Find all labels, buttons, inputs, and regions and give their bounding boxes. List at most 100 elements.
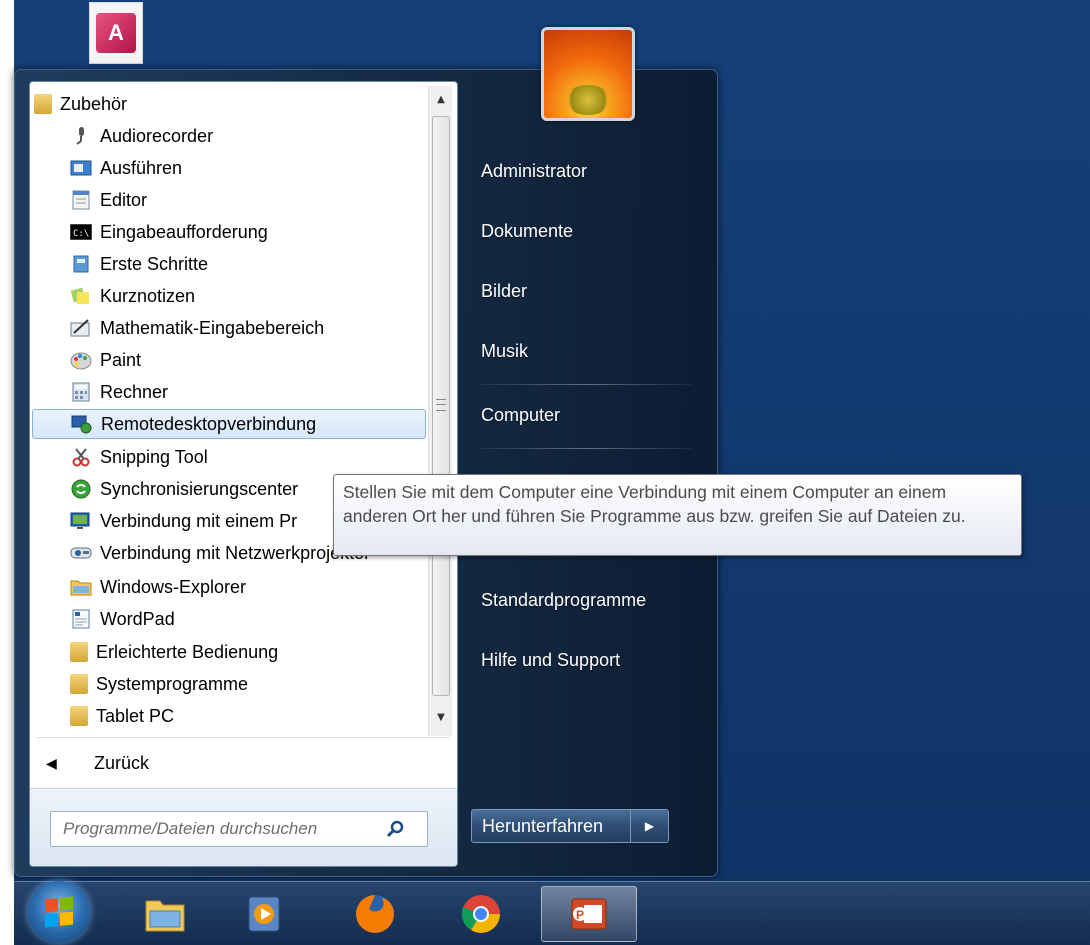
program-label: Remotedesktopverbindung (101, 413, 317, 434)
program-ausfuehren[interactable]: Ausführen (70, 153, 182, 183)
folder-zubehoer[interactable]: Zubehör (34, 89, 426, 119)
back-arrow-icon: ◀ (46, 754, 57, 771)
program-windows-explorer[interactable]: Windows-Explorer (70, 572, 246, 602)
program-rechner[interactable]: Rechner (70, 377, 168, 407)
wordpad-icon (70, 608, 92, 630)
tooltip-text: Stellen Sie mit dem Computer eine Verbin… (343, 482, 966, 526)
folder-icon (34, 94, 52, 114)
divider (36, 737, 450, 738)
search-input[interactable] (51, 814, 381, 844)
program-label: Snipping Tool (100, 446, 208, 467)
program-eingabeaufforderung[interactable]: C:\ Eingabeaufforderung (70, 217, 268, 247)
search-area (30, 788, 457, 866)
media-player-icon (248, 896, 280, 932)
right-divider (480, 384, 692, 385)
program-audiorecorder[interactable]: Audiorecorder (70, 121, 213, 151)
program-kurznotizen[interactable]: Kurznotizen (70, 281, 195, 311)
right-item-hilfe-und-support[interactable]: Hilfe und Support (481, 645, 620, 675)
folder-icon (70, 674, 88, 694)
access-icon: A (96, 13, 136, 53)
chevron-right-icon: ▶ (644, 819, 655, 833)
program-label: Erste Schritte (100, 253, 209, 274)
scroll-down-arrow-icon[interactable]: ▼ (429, 706, 453, 728)
sticky-notes-icon (70, 285, 92, 307)
svg-text:P: P (576, 908, 584, 922)
network-projector-icon (70, 542, 92, 564)
explorer-folder-icon (70, 576, 92, 598)
start-button[interactable] (28, 881, 90, 943)
svg-text:C:\: C:\ (73, 229, 89, 239)
right-item-label: Computer (481, 404, 561, 425)
scroll-up-arrow-icon[interactable]: ▲ (429, 88, 453, 110)
program-remotedesktopverbindung[interactable]: Remotedesktopverbindung (32, 409, 426, 439)
chrome-icon (461, 895, 500, 933)
program-list-scrollbar[interactable]: ▲ ▼ (428, 86, 452, 736)
right-item-administrator[interactable]: Administrator (481, 156, 587, 186)
taskbar-media-player[interactable] (224, 886, 304, 942)
right-item-bilder[interactable]: Bilder (481, 276, 527, 306)
program-label: Verbindung mit einem Pr (100, 510, 298, 531)
program-label: Mathematik-Eingabebereich (100, 317, 325, 338)
access-shortcut[interactable]: A (89, 2, 143, 64)
program-wordpad[interactable]: WordPad (70, 604, 175, 634)
right-item-dokumente[interactable]: Dokumente (481, 216, 573, 246)
program-paint[interactable]: Paint (70, 345, 141, 375)
sync-icon (70, 478, 92, 500)
windows-logo-icon (45, 896, 73, 928)
program-verbindung-netzwerkprojektor[interactable]: Verbindung mit Netzwerkprojektor (70, 538, 370, 568)
program-label: Zubehör (60, 93, 128, 114)
right-item-label: Musik (481, 340, 529, 361)
program-label: Tablet PC (96, 705, 175, 726)
program-label: Eingabeaufforderung (100, 221, 268, 242)
shutdown-button[interactable]: Herunterfahren (471, 809, 631, 843)
program-mathematik-eingabebereich[interactable]: Mathematik-Eingabebereich (70, 313, 324, 343)
microphone-icon (70, 125, 92, 147)
right-item-musik[interactable]: Musik (481, 336, 528, 366)
right-item-label: Administrator (481, 160, 588, 181)
program-label: Audiorecorder (100, 125, 214, 146)
program-snipping-tool[interactable]: Snipping Tool (70, 442, 208, 472)
right-item-label: Dokumente (481, 220, 574, 241)
search-icon[interactable] (381, 814, 411, 844)
right-item-computer[interactable]: Computer (481, 400, 560, 430)
taskbar-firefox[interactable] (335, 886, 415, 942)
program-label: Synchronisierungscenter (100, 478, 299, 499)
folder-icon (70, 706, 88, 726)
right-item-label: Standardprogramme (481, 589, 647, 610)
notepad-icon (70, 189, 92, 211)
command-prompt-icon: C:\ (70, 221, 92, 243)
program-verbindung-projektor[interactable]: Verbindung mit einem Pr (70, 506, 297, 536)
powerpoint-icon: P (571, 898, 607, 930)
scissors-icon (70, 446, 92, 468)
scroll-thumb[interactable] (432, 116, 450, 696)
program-label: WordPad (100, 608, 175, 629)
program-erste-schritte[interactable]: Erste Schritte (70, 249, 208, 279)
tooltip: Stellen Sie mit dem Computer eine Verbin… (333, 474, 1022, 556)
program-label: Kurznotizen (100, 285, 196, 306)
folder-erleichterte-bedienung[interactable]: Erleichterte Bedienung (70, 637, 278, 667)
shutdown-group: Herunterfahren ▶ (471, 809, 669, 843)
folder-tablet-pc[interactable]: Tablet PC (70, 701, 174, 731)
firefox-icon (356, 895, 394, 933)
math-input-icon (70, 317, 92, 339)
right-item-label: Bilder (481, 280, 528, 301)
shutdown-label: Herunterfahren (482, 815, 604, 836)
program-synchronisierungscenter[interactable]: Synchronisierungscenter (70, 474, 298, 504)
taskbar-powerpoint[interactable]: P (541, 886, 637, 942)
program-label: Windows-Explorer (100, 576, 247, 597)
program-label: Rechner (100, 381, 169, 402)
back-label: Zurück (94, 752, 150, 773)
search-box[interactable] (50, 811, 428, 847)
calculator-icon (70, 381, 92, 403)
folder-systemprogramme[interactable]: Systemprogramme (70, 669, 248, 699)
right-item-standardprogramme[interactable]: Standardprogramme (481, 585, 646, 615)
program-editor[interactable]: Editor (70, 185, 147, 215)
back-button[interactable]: ◀ Zurück (40, 747, 440, 779)
program-label: Systemprogramme (96, 673, 249, 694)
user-picture[interactable] (541, 27, 635, 121)
taskbar-windows-explorer[interactable] (125, 886, 205, 942)
shutdown-options-button[interactable]: ▶ (631, 809, 669, 843)
paint-palette-icon (70, 349, 92, 371)
getting-started-icon (70, 253, 92, 275)
taskbar-chrome[interactable] (441, 886, 521, 942)
